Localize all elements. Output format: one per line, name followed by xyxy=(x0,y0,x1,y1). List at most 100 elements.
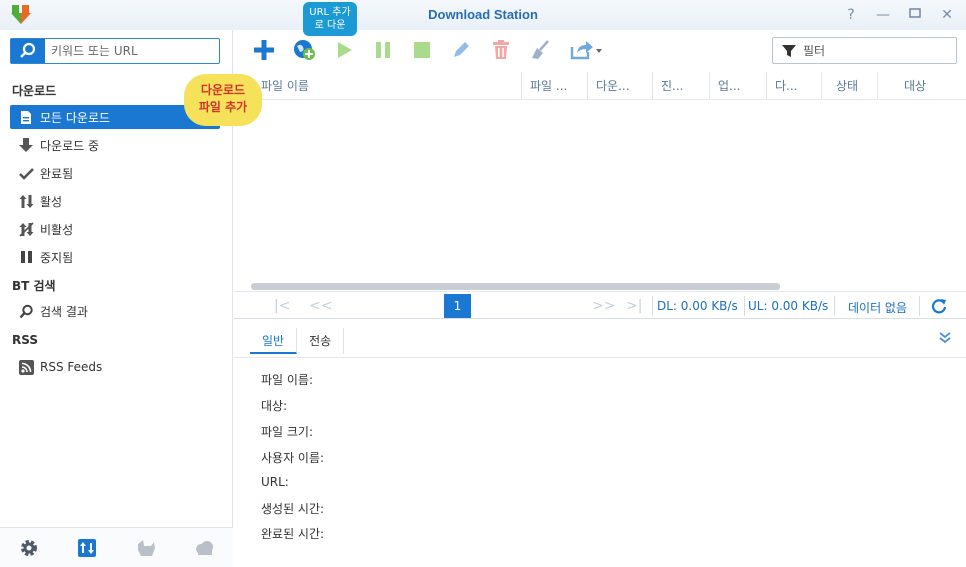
document-icon xyxy=(18,109,34,125)
section-download: 다운로드 xyxy=(12,84,57,98)
stop-button[interactable] xyxy=(408,36,436,64)
search-box xyxy=(10,38,220,64)
sidebar-item-label: 활성 xyxy=(40,194,63,209)
search-button[interactable] xyxy=(11,39,45,63)
double-chevron-down-icon xyxy=(939,332,951,344)
sidebar-item-label: RSS Feeds xyxy=(40,360,103,374)
column-destination[interactable]: 대상 xyxy=(877,72,966,100)
sidebar-item-label: 완료됨 xyxy=(40,166,74,181)
column-status[interactable]: 상태 xyxy=(821,72,877,100)
next-page-icon[interactable]: >> xyxy=(592,298,615,314)
field-file-name: 파일 이름: xyxy=(261,373,314,387)
magnifier-icon xyxy=(18,303,34,319)
current-page[interactable]: 1 xyxy=(444,294,471,318)
up-down-arrows-icon xyxy=(18,193,34,209)
column-downloaded[interactable]: 다운... xyxy=(587,72,652,100)
sidebar-footer xyxy=(0,527,233,567)
column-progress[interactable]: 진... xyxy=(652,72,709,100)
field-file-size: 파일 크기: xyxy=(261,425,314,439)
first-page-icon[interactable]: |< xyxy=(274,298,290,314)
sidebar-item-completed[interactable]: 완료됨 xyxy=(10,161,220,185)
sidebar-item-inactive[interactable]: 비활성 xyxy=(10,217,220,241)
sidebar-item-label: 모든 다운로드 xyxy=(40,110,111,125)
field-username: 사용자 이름: xyxy=(261,451,325,465)
inactive-arrows-icon xyxy=(18,221,34,237)
divider xyxy=(744,296,745,316)
help-icon[interactable]: ? xyxy=(844,6,858,24)
sidebar-item-active[interactable]: 활성 xyxy=(10,189,220,213)
callout-line: 로 다운 xyxy=(314,20,346,31)
clear-completed-button[interactable] xyxy=(526,36,554,64)
divider xyxy=(652,296,653,316)
add-url-button[interactable] xyxy=(290,36,318,64)
filter-input[interactable] xyxy=(803,38,953,63)
pager: |< << 1 >> >| DL: 0.00 KB/s UL: 0.00 KB/… xyxy=(234,291,966,319)
sidebar-item-search-results[interactable]: 검색 결과 xyxy=(10,299,220,323)
play-icon xyxy=(338,42,352,58)
transfer-button[interactable] xyxy=(58,528,116,567)
last-page-icon[interactable]: >| xyxy=(626,298,642,314)
close-icon[interactable]: ✕ xyxy=(940,6,954,24)
title-bar: Download Station ? — ✕ xyxy=(0,0,966,30)
emule-button[interactable] xyxy=(117,528,175,567)
resume-button[interactable] xyxy=(330,36,358,64)
sidebar-item-rss-feeds[interactable]: RSS Feeds xyxy=(10,355,220,379)
field-created-time: 생성된 시간: xyxy=(261,502,325,516)
refresh-button[interactable] xyxy=(931,298,947,317)
column-download-speed[interactable]: 다... xyxy=(766,72,821,100)
filter-box xyxy=(772,37,957,64)
no-data-text: 데이터 없음 xyxy=(848,301,908,315)
sidebar-item-stopped[interactable]: 중지됨 xyxy=(10,245,220,269)
callout-line: 다운로드 xyxy=(200,83,246,97)
broom-icon xyxy=(532,40,549,59)
detail-tabs: 일반 전송 xyxy=(250,328,345,358)
callout-line: 파일 추가 xyxy=(198,100,248,114)
search-input[interactable] xyxy=(51,39,217,63)
cloud-icon xyxy=(195,540,213,555)
add-url-callout: URL 추가 로 다운 xyxy=(303,2,357,36)
window-title: Download Station xyxy=(428,7,538,22)
field-destination: 대상: xyxy=(261,399,288,413)
rss-icon xyxy=(18,359,34,375)
refresh-icon xyxy=(931,299,947,314)
maximize-icon[interactable] xyxy=(908,6,922,24)
pencil-icon xyxy=(454,42,469,57)
sidebar-item-downloading[interactable]: 다운로드 중 xyxy=(10,133,220,157)
download-speed-text: DL: 0.00 KB/s xyxy=(657,299,738,313)
gear-icon xyxy=(21,539,38,556)
tab-general[interactable]: 일반 xyxy=(250,328,298,354)
delete-button[interactable] xyxy=(487,36,515,64)
column-file-size[interactable]: 파일 ... xyxy=(521,72,587,100)
transfer-icon xyxy=(78,538,97,557)
prev-page-icon[interactable]: << xyxy=(309,298,332,314)
sidebar-item-label: 비활성 xyxy=(40,222,74,237)
sidebar-item-label: 검색 결과 xyxy=(40,304,88,319)
edit-button[interactable] xyxy=(447,36,475,64)
search-icon xyxy=(20,42,36,58)
funnel-icon xyxy=(782,45,796,57)
arrow-down-icon xyxy=(18,137,34,153)
share-icon xyxy=(570,41,602,60)
settings-button[interactable] xyxy=(0,528,58,567)
pause-icon xyxy=(18,249,34,265)
column-file-name[interactable]: 파일 이름 xyxy=(253,72,521,100)
section-bt-search: BT 검색 xyxy=(12,279,56,293)
download-list-header: 파일 이름 파일 ... 다운... 진... 업... 다... 상태 대상 xyxy=(253,72,966,100)
share-menu-button[interactable] xyxy=(566,36,606,64)
divider xyxy=(834,296,835,316)
upload-speed-text: UL: 0.00 KB/s xyxy=(748,299,829,313)
section-rss: RSS xyxy=(12,333,38,347)
plus-icon xyxy=(254,40,274,60)
horizontal-scrollbar[interactable] xyxy=(251,283,780,290)
collapse-panel-button[interactable] xyxy=(938,331,952,349)
callout-line: URL 추가 xyxy=(309,7,351,18)
divider xyxy=(234,357,966,358)
add-file-button[interactable] xyxy=(250,36,278,64)
minimize-icon[interactable]: — xyxy=(876,6,890,24)
cloud-button[interactable] xyxy=(175,528,233,567)
trash-icon xyxy=(493,40,509,59)
mule-icon xyxy=(137,539,155,556)
column-upload[interactable]: 업... xyxy=(709,72,766,100)
tab-transfer[interactable]: 전송 xyxy=(297,328,345,354)
pause-button[interactable] xyxy=(369,36,397,64)
